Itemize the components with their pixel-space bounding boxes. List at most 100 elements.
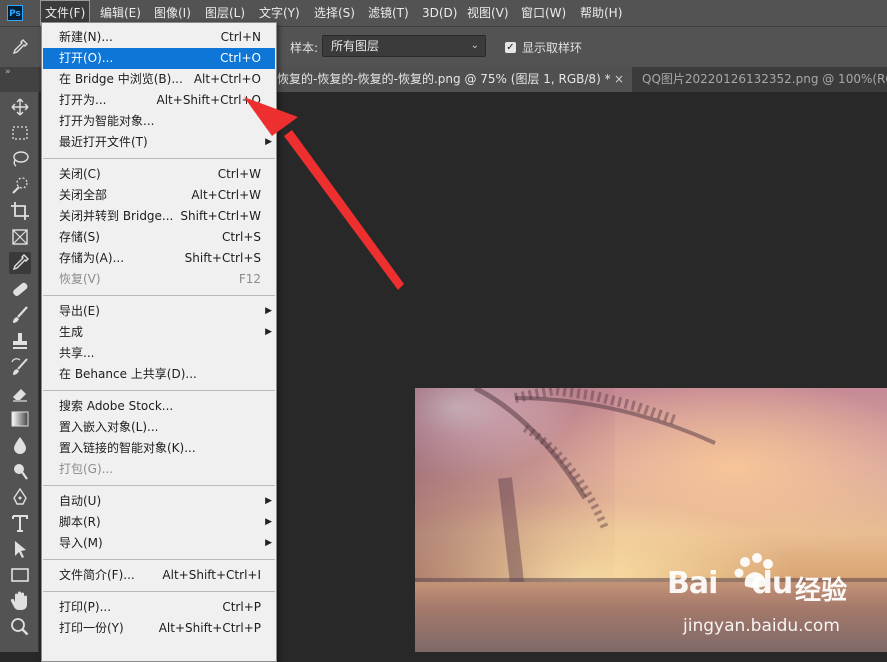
- menu-item-label: 关闭并转到 Bridge...: [59, 209, 174, 223]
- submenu-arrow-icon: ▶: [265, 306, 272, 316]
- menu-item-1-3[interactable]: 存储(S) Ctrl+S: [43, 227, 275, 248]
- chevron-down-icon: ⌄: [470, 40, 479, 51]
- collapse-panel-icon[interactable]: »: [0, 67, 39, 92]
- healing-icon[interactable]: [9, 278, 31, 300]
- menu-item-label: 导入(M): [59, 536, 103, 550]
- quick-select-icon[interactable]: [9, 174, 31, 196]
- submenu-arrow-icon: ▶: [265, 517, 272, 527]
- menu-item-0-1[interactable]: 打开(O)... Ctrl+O: [43, 48, 275, 69]
- history-brush-icon[interactable]: [9, 356, 31, 378]
- menu-item-label: 恢复(V): [59, 272, 101, 286]
- menu-item-2-1[interactable]: 生成 ▶: [43, 322, 275, 343]
- show-sampling-ring-checkbox[interactable]: ✓: [505, 42, 516, 53]
- menu-item-0-2[interactable]: 在 Bridge 中浏览(B)... Alt+Ctrl+O: [43, 69, 275, 90]
- menu-item-label: 在 Bridge 中浏览(B)...: [59, 72, 183, 86]
- menu-item-0-4[interactable]: 打开为智能对象...: [43, 111, 275, 132]
- eyedropper-tool-preset-icon[interactable]: [10, 37, 30, 57]
- menu-3d[interactable]: 3D(D): [417, 0, 462, 26]
- submenu-arrow-icon: ▶: [265, 327, 272, 337]
- submenu-arrow-icon: ▶: [265, 137, 272, 147]
- sample-select[interactable]: 所有图层 ⌄: [322, 35, 486, 57]
- menu-item-shortcut: F12: [238, 272, 261, 286]
- frame-icon[interactable]: [9, 226, 31, 248]
- path-select-icon[interactable]: [9, 538, 31, 560]
- sample-label: 样本:: [290, 41, 319, 55]
- menu-item-label: 存储为(A)...: [59, 251, 125, 265]
- menu-item-label: 关闭全部: [59, 188, 108, 202]
- menu-item-label: 关闭(C): [59, 167, 101, 181]
- tab-title: 恢复的-恢复的-恢复的-恢复的.png @ 75% (图层 1, RGB/8) …: [277, 72, 611, 86]
- menu-separator: [43, 559, 275, 560]
- menu-item-shortcut: Ctrl+P: [222, 600, 261, 614]
- menu-item-shortcut: Alt+Shift+Ctrl+O: [156, 93, 261, 107]
- menu-separator: [43, 485, 275, 486]
- eyedropper-icon[interactable]: [9, 252, 31, 274]
- menu-item-4-0[interactable]: 自动(U) ▶: [43, 491, 275, 512]
- marquee-icon[interactable]: [9, 122, 31, 144]
- document-image[interactable]: Bai du 经验 jingyan.baidu.com: [415, 388, 887, 652]
- tools-panel: [0, 92, 39, 652]
- menu-item-1-1[interactable]: 关闭全部 Alt+Ctrl+W: [43, 185, 275, 206]
- brush-icon[interactable]: [9, 304, 31, 326]
- menu-item-shortcut: Alt+Shift+Ctrl+P: [158, 621, 261, 635]
- watermark-brand-bai: Bai: [667, 566, 718, 601]
- hand-icon[interactable]: [9, 590, 31, 612]
- move-icon[interactable]: [9, 96, 31, 118]
- show-sampling-ring-label: 显示取样环: [522, 41, 583, 55]
- watermark-jingyan: 经验: [795, 576, 848, 606]
- menu-item-label: 打开为...: [59, 93, 107, 107]
- menu-item-2-3[interactable]: 在 Behance 上共享(D)...: [43, 364, 275, 385]
- menu-item-3-0[interactable]: 搜索 Adobe Stock...: [43, 396, 275, 417]
- close-icon[interactable]: ×: [614, 67, 624, 92]
- menu-item-2-0[interactable]: 导出(E) ▶: [43, 301, 275, 322]
- baidu-paw-logo: [734, 553, 773, 588]
- menu-item-6-0[interactable]: 打印(P)... Ctrl+P: [43, 597, 275, 618]
- eraser-icon[interactable]: [9, 382, 31, 404]
- menu-item-1-0[interactable]: 关闭(C) Ctrl+W: [43, 164, 275, 185]
- menu-item-6-1[interactable]: 打印一份(Y) Alt+Shift+Ctrl+P: [43, 618, 275, 639]
- menu-item-2-2[interactable]: 共享...: [43, 343, 275, 364]
- menu-window[interactable]: 窗口(W): [516, 0, 571, 26]
- menu-item-4-1[interactable]: 脚本(R) ▶: [43, 512, 275, 533]
- stamp-icon[interactable]: [9, 330, 31, 352]
- gradient-icon[interactable]: [9, 408, 31, 430]
- menu-item-5-0[interactable]: 文件简介(F)... Alt+Shift+Ctrl+I: [43, 565, 275, 586]
- menu-item-shortcut: Alt+Ctrl+O: [193, 72, 261, 86]
- sample-select-value: 所有图层: [331, 39, 380, 53]
- menu-item-label: 自动(U): [59, 494, 102, 508]
- tab-document[interactable]: QQ图片20220126132352.png @ 100%(RGB/8: [634, 67, 887, 92]
- menu-item-shortcut: Shift+Ctrl+W: [180, 209, 261, 223]
- type-icon[interactable]: [9, 512, 31, 534]
- dodge-icon[interactable]: [9, 460, 31, 482]
- menu-item-label: 打开(O)...: [59, 51, 114, 65]
- menu-separator: [43, 158, 275, 159]
- menu-item-0-0[interactable]: 新建(N)... Ctrl+N: [43, 27, 275, 48]
- pen-icon[interactable]: [9, 486, 31, 508]
- menu-item-0-5[interactable]: 最近打开文件(T) ▶: [43, 132, 275, 153]
- menu-item-3-2[interactable]: 置入链接的智能对象(K)...: [43, 438, 275, 459]
- menu-filter[interactable]: 滤镜(T): [363, 0, 414, 26]
- menu-item-label: 打开为智能对象...: [59, 114, 155, 128]
- menu-item-3-1[interactable]: 置入嵌入对象(L)...: [43, 417, 275, 438]
- menu-view[interactable]: 视图(V): [462, 0, 514, 26]
- menu-select[interactable]: 选择(S): [309, 0, 360, 26]
- zoom-icon[interactable]: [9, 616, 31, 638]
- lasso-icon[interactable]: [9, 148, 31, 170]
- crop-icon[interactable]: [9, 200, 31, 222]
- menu-separator: [43, 295, 275, 296]
- menu-item-label: 文件简介(F)...: [59, 568, 135, 582]
- menu-item-shortcut: Shift+Ctrl+S: [184, 251, 261, 265]
- menu-item-1-4[interactable]: 存储为(A)... Shift+Ctrl+S: [43, 248, 275, 269]
- tab-document-active[interactable]: 恢复的-恢复的-恢复的-恢复的.png @ 75% (图层 1, RGB/8) …: [277, 67, 632, 92]
- menu-item-0-3[interactable]: 打开为... Alt+Shift+Ctrl+O: [43, 90, 275, 111]
- menu-item-4-2[interactable]: 导入(M) ▶: [43, 533, 275, 554]
- menu-item-label: 搜索 Adobe Stock...: [59, 399, 174, 413]
- menu-item-label: 生成: [59, 325, 84, 339]
- blur-icon[interactable]: [9, 434, 31, 456]
- menu-item-label: 置入链接的智能对象(K)...: [59, 441, 196, 455]
- menu-item-label: 打印(P)...: [59, 600, 112, 614]
- rectangle-icon[interactable]: [9, 564, 31, 586]
- menu-item-1-2[interactable]: 关闭并转到 Bridge... Shift+Ctrl+W: [43, 206, 275, 227]
- menu-help[interactable]: 帮助(H): [575, 0, 627, 26]
- submenu-arrow-icon: ▶: [265, 496, 272, 506]
